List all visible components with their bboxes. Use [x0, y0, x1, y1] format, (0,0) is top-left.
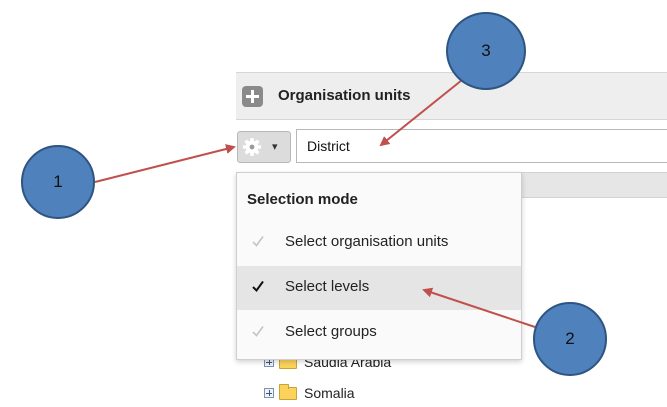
callout-3: 3: [446, 12, 526, 90]
callout-1: 1: [21, 145, 95, 219]
arrow-1: [94, 144, 236, 183]
arrow-3: [379, 79, 463, 147]
arrow-2: [422, 287, 536, 328]
callout-2: 2: [533, 302, 607, 376]
